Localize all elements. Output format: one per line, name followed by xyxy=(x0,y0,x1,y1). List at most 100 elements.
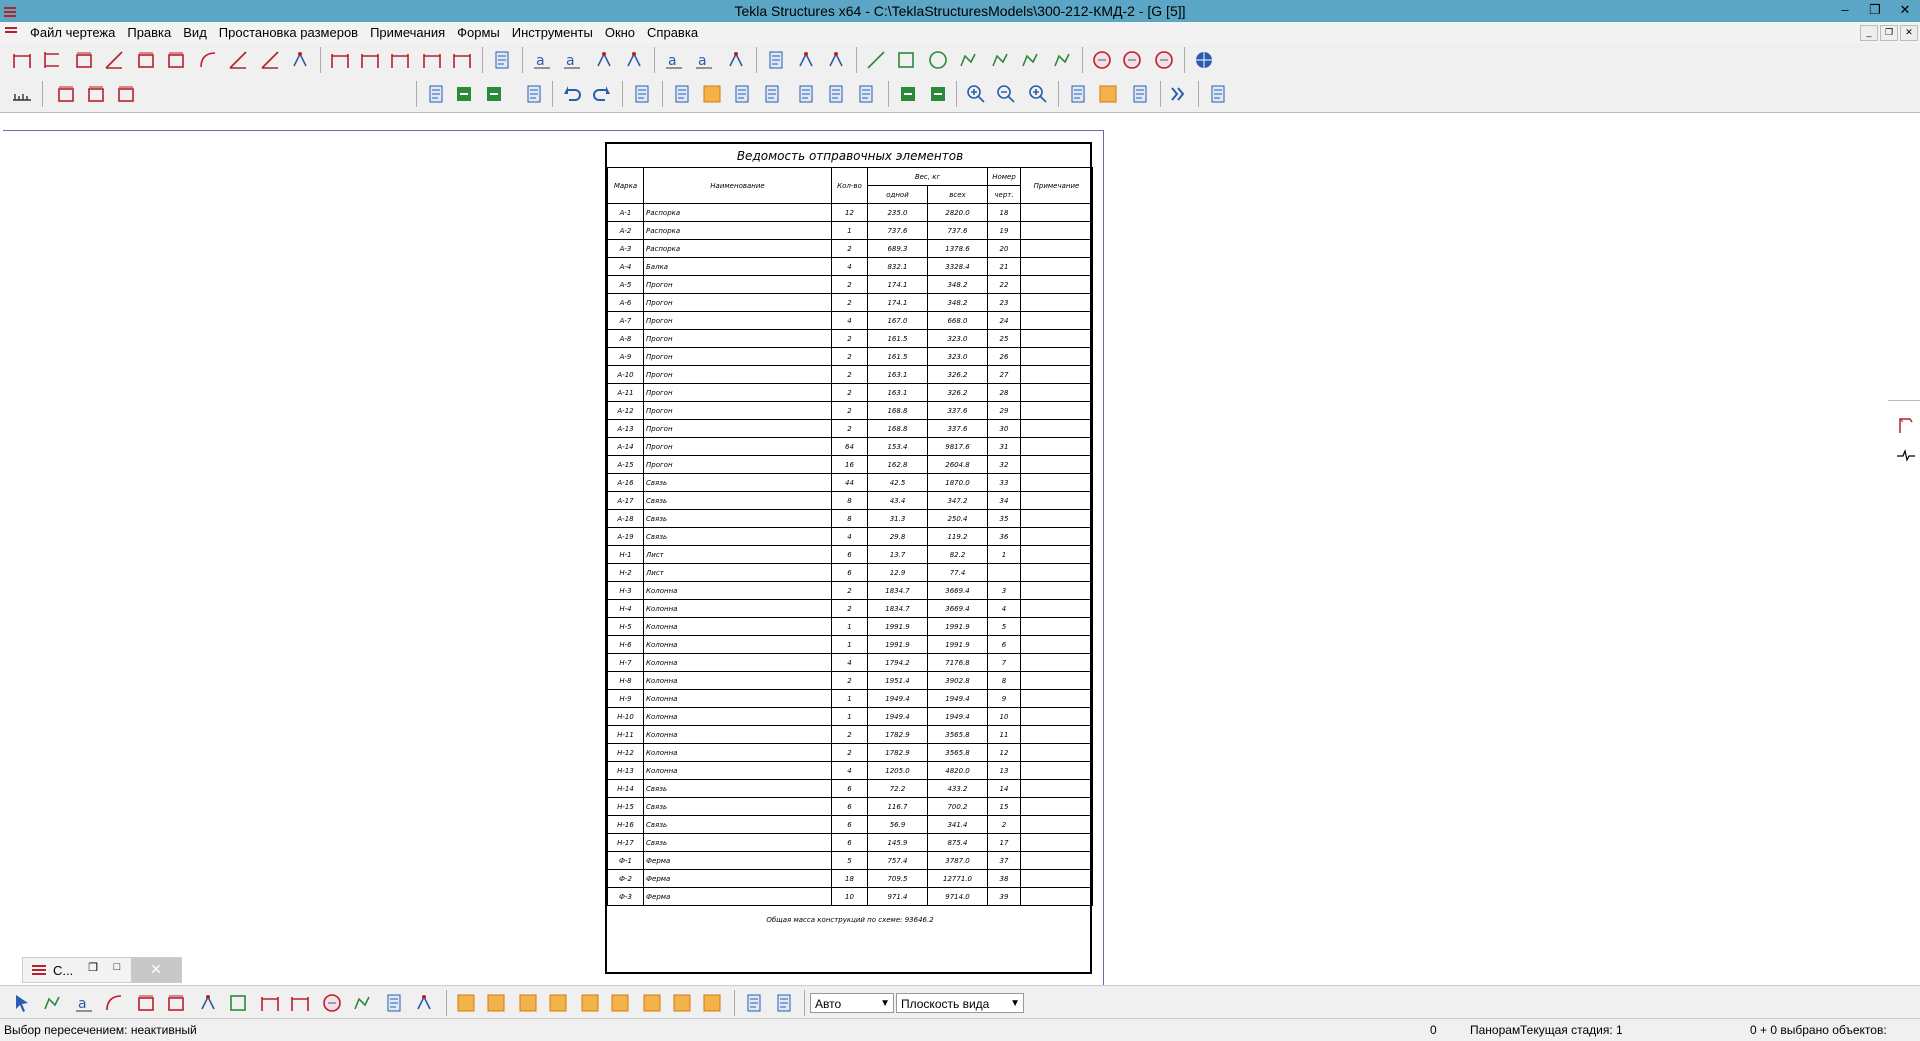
menu-file[interactable]: Файл чертежа xyxy=(24,22,121,43)
minimized-drawing-window[interactable]: C... ❐ □ ✕ xyxy=(22,957,182,983)
revision-icon[interactable] xyxy=(1090,48,1114,72)
select-dimension-icon[interactable] xyxy=(258,991,282,1015)
dimension-free-icon[interactable] xyxy=(72,48,96,72)
zoom-in-icon[interactable] xyxy=(964,82,988,106)
close-icon[interactable]: ✕ xyxy=(1890,0,1920,22)
shipping-elements-table[interactable]: Ведомость отправочных элементов Марка На… xyxy=(605,142,1093,974)
revision-delete-icon[interactable] xyxy=(1120,48,1144,72)
dimension-angle-icon[interactable] xyxy=(226,48,250,72)
snap-end-icon[interactable] xyxy=(454,991,478,1015)
drawing-manager-icon[interactable] xyxy=(1206,82,1230,106)
dimension-link2-icon[interactable] xyxy=(358,48,382,72)
select-mark-icon[interactable] xyxy=(196,991,220,1015)
layer2-icon[interactable] xyxy=(926,82,950,106)
list-icon[interactable] xyxy=(1128,82,1152,106)
select-arc-icon[interactable] xyxy=(102,991,126,1015)
mini-close-icon[interactable]: ✕ xyxy=(131,958,181,982)
spline-icon[interactable] xyxy=(1050,48,1074,72)
properties-icon[interactable] xyxy=(630,82,654,106)
select-view-icon[interactable] xyxy=(226,991,250,1015)
dimension-box-icon[interactable] xyxy=(134,48,158,72)
menu-tools[interactable]: Инструменты xyxy=(506,22,599,43)
symbol-icon[interactable] xyxy=(764,48,788,72)
snap-tick-icon[interactable] xyxy=(700,991,724,1015)
select-symbol-icon[interactable] xyxy=(412,991,436,1015)
view-properties-icon[interactable] xyxy=(490,48,514,72)
label-leader-icon[interactable]: a xyxy=(692,48,716,72)
more-tools-icon[interactable] xyxy=(1166,82,1190,106)
menu-shapes[interactable]: Формы xyxy=(451,22,506,43)
view-copy-icon[interactable] xyxy=(854,82,878,106)
dimension-vertical-icon[interactable] xyxy=(40,48,64,72)
open-drawing-icon[interactable] xyxy=(452,82,476,106)
circle-icon[interactable] xyxy=(926,48,950,72)
rectangle-icon[interactable] xyxy=(894,48,918,72)
snap-center-icon[interactable] xyxy=(484,991,508,1015)
polygon-icon[interactable] xyxy=(1018,48,1042,72)
snap-plane-icon[interactable] xyxy=(772,991,796,1015)
polyline-icon[interactable] xyxy=(956,48,980,72)
zoom-window-icon[interactable] xyxy=(1026,82,1050,106)
dimension-arc-icon[interactable] xyxy=(196,48,220,72)
mark-icon[interactable] xyxy=(592,48,616,72)
level-mark-icon[interactable] xyxy=(794,48,818,72)
view-gallery-icon[interactable] xyxy=(794,82,818,106)
dimension-horizontal-icon[interactable] xyxy=(10,48,34,72)
zoom-out-icon[interactable] xyxy=(994,82,1018,106)
snap-mid-icon[interactable] xyxy=(516,991,540,1015)
folder-icon[interactable] xyxy=(1096,82,1120,106)
side-shape-icon[interactable] xyxy=(1896,415,1916,435)
minimize-icon[interactable]: – xyxy=(1830,0,1860,22)
dimension-angle2-icon[interactable] xyxy=(258,48,282,72)
select-polyline-icon[interactable] xyxy=(40,991,64,1015)
drawing-menu-icon[interactable] xyxy=(0,22,24,43)
view-create-icon[interactable] xyxy=(670,82,694,106)
menu-edit[interactable]: Правка xyxy=(121,22,177,43)
doc-close-icon[interactable]: ✕ xyxy=(1900,25,1918,41)
select-dim-icon[interactable] xyxy=(288,991,312,1015)
dimension-tool-icon[interactable] xyxy=(288,48,312,72)
view-layout-icon[interactable] xyxy=(824,82,848,106)
plane-select[interactable]: Плоскость вида ▼ xyxy=(896,993,1024,1013)
snap-grid-icon[interactable] xyxy=(742,991,766,1015)
view-frame2-icon[interactable] xyxy=(84,82,108,106)
mini-restore-icon[interactable]: ❐ xyxy=(83,961,103,977)
dimension-link5-icon[interactable] xyxy=(450,48,474,72)
revision-remove-icon[interactable] xyxy=(1152,48,1176,72)
doc-minimize-icon[interactable]: _ xyxy=(1860,25,1878,41)
select-icon[interactable] xyxy=(10,991,34,1015)
snap-int-icon[interactable] xyxy=(546,991,570,1015)
doc-restore-icon[interactable]: ❐ xyxy=(1880,25,1898,41)
select-part-icon[interactable] xyxy=(134,991,158,1015)
undo-icon[interactable] xyxy=(560,82,584,106)
restore-icon[interactable]: ❐ xyxy=(1860,0,1890,22)
snap-mode-select[interactable]: Авто ▼ xyxy=(810,993,894,1013)
mini-maximize-icon[interactable]: □ xyxy=(107,961,127,977)
menu-help[interactable]: Справка xyxy=(641,22,704,43)
menu-window[interactable]: Окно xyxy=(599,22,641,43)
select-filter-icon[interactable] xyxy=(382,991,406,1015)
label-icon[interactable]: a xyxy=(662,48,686,72)
web-icon[interactable] xyxy=(1192,48,1216,72)
dimension-orthogonal-icon[interactable] xyxy=(102,48,126,72)
dimension-link-icon[interactable] xyxy=(328,48,352,72)
mark-leader-icon[interactable] xyxy=(622,48,646,72)
menu-view[interactable]: Вид xyxy=(177,22,213,43)
dimension-link3-icon[interactable] xyxy=(388,48,412,72)
snap-perp-icon[interactable] xyxy=(578,991,602,1015)
view-icon[interactable] xyxy=(700,82,724,106)
select-weld-icon[interactable] xyxy=(350,991,374,1015)
snap-line-icon[interactable] xyxy=(608,991,632,1015)
print-icon[interactable] xyxy=(522,82,546,106)
text-leader-icon[interactable]: a xyxy=(560,48,584,72)
ruler-icon[interactable] xyxy=(10,82,34,106)
help-icon[interactable] xyxy=(1066,82,1090,106)
view-frame-icon[interactable] xyxy=(54,82,78,106)
select-text-icon[interactable]: a xyxy=(72,991,96,1015)
snap-near-icon[interactable] xyxy=(640,991,664,1015)
side-break-line-icon[interactable] xyxy=(1896,445,1916,465)
select-revision-icon[interactable] xyxy=(320,991,344,1015)
view-detail-icon[interactable] xyxy=(760,82,784,106)
cloud-shape-icon[interactable] xyxy=(988,48,1012,72)
drawing-list-icon[interactable] xyxy=(424,82,448,106)
